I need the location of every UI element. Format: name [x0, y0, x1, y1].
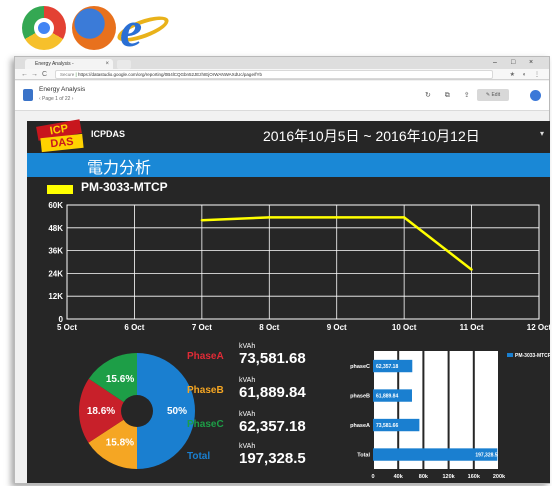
x-tick-label: 10 Oct — [392, 323, 417, 332]
y-tick-label: 12K — [48, 292, 63, 301]
x-tick-label: 7 Oct — [192, 323, 212, 332]
bar-chart: 0 40k 80k 120k 160k 200k phaseC 62,357.18 phaseB… — [350, 351, 550, 480]
x-tick-label: 8 Oct — [259, 323, 279, 332]
url-text: https://datastudio.google.com/org/report… — [77, 72, 262, 77]
app-header: Energy Analysis ‹ Page 1 of 22 › ↻ ⧉ ⇪ ✎… — [15, 81, 549, 111]
x-tick-label: 12 Oct — [527, 323, 550, 332]
reload-icon[interactable]: C — [42, 69, 47, 80]
tab-close-icon[interactable]: × — [105, 59, 109, 69]
phase-label: Total — [187, 451, 211, 462]
x-tick-label: 5 Oct — [57, 323, 77, 332]
browser-window: Energy Analysis - × – □ × ← → C Secure |… — [14, 56, 550, 484]
slice-label: 18.6% — [87, 406, 115, 417]
data-point — [470, 268, 473, 271]
unit-label: kVAh — [239, 377, 256, 384]
bar-x-tick-label: 200k — [493, 474, 506, 480]
bar-category-label: phaseB — [350, 394, 370, 400]
data-studio-logo-icon — [23, 89, 33, 101]
company-name: ICPDAS — [91, 129, 126, 139]
data-point — [402, 216, 406, 219]
secure-label: Secure — [60, 72, 75, 77]
plot-area — [66, 204, 540, 320]
energy-value: 197,328.5 — [239, 450, 306, 467]
bar-data-label: 62,357.18 — [376, 364, 398, 370]
chrome-logo-icon — [22, 6, 66, 50]
close-window-button[interactable]: × — [529, 57, 533, 69]
bar-x-tick-label: 80k — [419, 474, 429, 480]
energy-value: 61,889.84 — [239, 384, 306, 401]
bar-x-tick-label: 120k — [442, 474, 455, 480]
internet-explorer-logo-icon: e — [114, 1, 172, 57]
slice-label: 50% — [167, 406, 187, 417]
bar-legend-swatch — [507, 353, 513, 357]
extension-icons[interactable]: ★ ◐ ⋮ — [510, 71, 543, 78]
date-menu-icon[interactable]: ▾ — [540, 129, 544, 138]
pie-hole — [121, 395, 153, 427]
slice-label: 15.8% — [106, 438, 134, 449]
pie-chart: 50% 15.8% 18.6% 15.6% — [79, 353, 195, 469]
avatar[interactable] — [530, 90, 541, 101]
back-icon[interactable]: ← — [21, 69, 28, 80]
x-tick-label: 9 Oct — [327, 323, 347, 332]
phase-label: PhaseB — [187, 385, 224, 396]
edit-button[interactable]: ✎ Edit — [477, 89, 509, 101]
data-point — [335, 216, 338, 219]
new-tab-button[interactable] — [117, 60, 131, 69]
bar-data-label: 61,889.84 — [376, 394, 398, 400]
y-tick-label: 24K — [48, 269, 63, 278]
section-banner: 電力分析 — [27, 153, 550, 177]
line-legend-label: PM-3033-MTCP — [81, 180, 168, 194]
data-point — [268, 216, 271, 219]
bar-category-label: Total — [357, 453, 370, 459]
line-legend-swatch — [47, 185, 73, 194]
tab-title: Energy Analysis - — [35, 61, 74, 67]
y-tick-label: 36K — [48, 247, 63, 256]
toolbar-icons[interactable]: ↻ ⧉ ⇪ — [425, 91, 476, 100]
phase-label: PhaseA — [187, 351, 224, 362]
firefox-logo-icon — [72, 6, 116, 50]
tab-bar: Energy Analysis - × – □ × — [15, 57, 549, 69]
bar-data-label: 197,328.5 — [475, 453, 497, 459]
bar-x-tick-label: 160k — [468, 474, 481, 480]
bar-category-label: phaseC — [350, 364, 370, 370]
url-input[interactable]: Secure | https://datastudio.google.com/o… — [55, 70, 493, 79]
y-tick-label: 48K — [48, 224, 63, 233]
energy-value: 62,357.18 — [239, 418, 306, 435]
x-tick-label: 6 Oct — [124, 323, 144, 332]
unit-label: kVAh — [239, 411, 256, 418]
slice-label: 15.6% — [106, 374, 134, 385]
icpdas-logo: ICP DAS — [36, 119, 84, 153]
bar-x-tick-label: 40k — [394, 474, 404, 480]
maximize-button[interactable]: □ — [511, 57, 515, 69]
line-chart: 012K24K36K48K60K5 Oct 6 Oct 7 Oct 8 Oct 9 Oc… — [48, 201, 550, 332]
browser-tab[interactable]: Energy Analysis - × — [25, 59, 113, 69]
report-title: Energy Analysis — [39, 86, 86, 93]
unit-label: kVAh — [239, 343, 256, 350]
bar-data-label: 73,581.66 — [376, 423, 398, 429]
energy-value: 73,581.68 — [239, 350, 306, 367]
page-navigator[interactable]: ‹ Page 1 of 22 › — [39, 96, 73, 102]
phase-label: PhaseC — [187, 419, 224, 430]
bar-legend-label: PM-3033-MTCP — [515, 353, 550, 359]
minimize-button[interactable]: – — [493, 57, 497, 69]
dashboard-canvas: ICP DAS ICPDAS 2016年10月5日 ~ 2016年10月12日 … — [27, 119, 550, 483]
unit-label: kVAh — [239, 443, 256, 450]
section-title: 電力分析 — [87, 160, 152, 177]
bar-category-label: phaseA — [350, 423, 370, 429]
logo-bottom: DAS — [40, 133, 84, 153]
y-tick-label: 60K — [48, 201, 63, 210]
bar-x-tick-label: 0 — [371, 474, 374, 480]
x-tick-label: 11 Oct — [460, 323, 484, 332]
data-point — [200, 219, 204, 222]
date-range[interactable]: 2016年10月5日 ~ 2016年10月12日 — [263, 126, 480, 146]
forward-icon[interactable]: → — [31, 69, 38, 80]
address-bar-row: ← → C Secure | https://datastudio.google… — [15, 69, 549, 80]
